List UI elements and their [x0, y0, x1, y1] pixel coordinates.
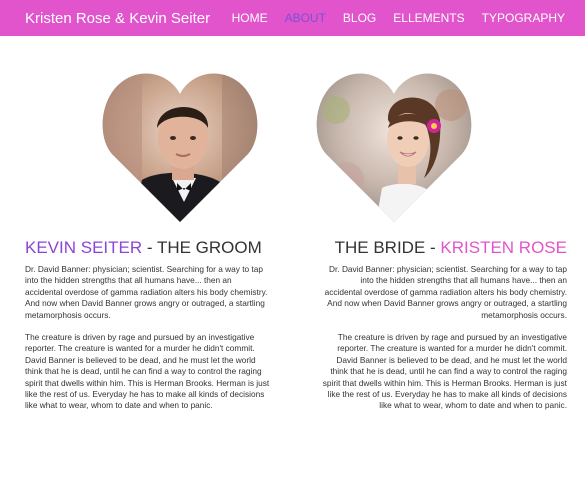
site-title[interactable]: Kristen Rose & Kevin Seiter	[25, 10, 210, 27]
bride-paragraph: Dr. David Banner: physician; scientist. …	[324, 264, 567, 320]
groom-section: KEVIN SEITER - THE GROOM Dr. David Banne…	[25, 238, 270, 412]
nav-item-blog[interactable]: BLOG	[343, 11, 376, 25]
bride-paragraph: The creature is driven by rage and pursu…	[322, 332, 567, 411]
nav-item-about[interactable]: ABOUT	[285, 11, 326, 25]
groom-paragraph: The creature is driven by rage and pursu…	[25, 332, 270, 411]
bride-heading: THE BRIDE - KRISTEN ROSE	[322, 238, 567, 258]
bride-separator: -	[425, 238, 441, 257]
groom-separator: -	[142, 238, 157, 257]
bride-heart-photo	[316, 73, 472, 222]
bride-name: KRISTEN ROSE	[440, 238, 567, 257]
bride-role: THE BRIDE	[334, 238, 426, 257]
bride-section: THE BRIDE - KRISTEN ROSE Dr. David Banne…	[322, 238, 567, 412]
groom-name: KEVIN SEITER	[25, 238, 143, 257]
nav-item-home[interactable]: HOME	[232, 11, 268, 25]
main-nav: HOME ABOUT BLOG ELLEMENTS TYPOGRAPHY	[232, 11, 565, 25]
nav-item-ellements[interactable]: ELLEMENTS	[393, 11, 464, 25]
groom-heading: KEVIN SEITER - THE GROOM	[25, 238, 270, 258]
groom-paragraph: Dr. David Banner: physician; scientist. …	[25, 264, 268, 320]
top-bar: Kristen Rose & Kevin Seiter HOME ABOUT B…	[0, 0, 585, 36]
nav-item-typography[interactable]: TYPOGRAPHY	[482, 11, 565, 25]
groom-role: THE GROOM	[156, 238, 262, 257]
groom-heart-photo	[102, 73, 258, 222]
